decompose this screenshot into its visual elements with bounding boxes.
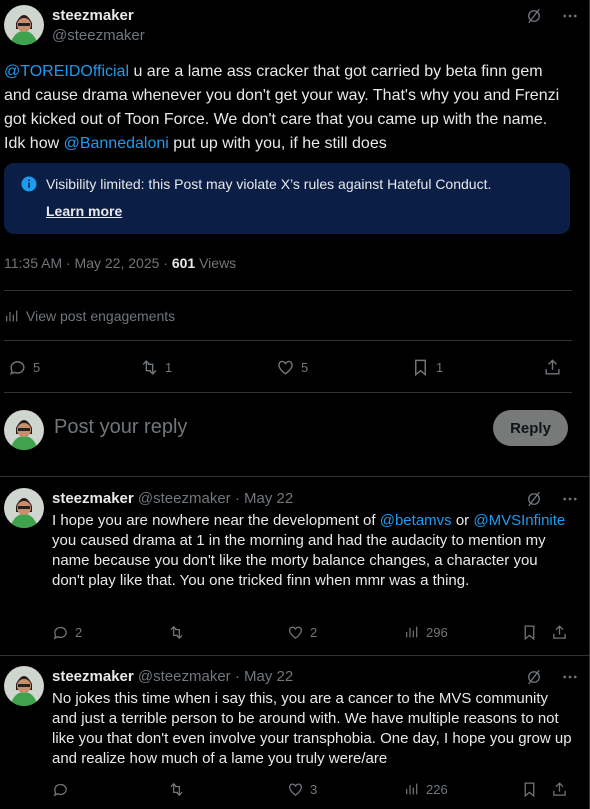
text-segment: put up with you, if he still does <box>168 135 387 152</box>
repost-icon <box>170 625 183 640</box>
share-button[interactable] <box>551 781 568 798</box>
mention-link[interactable]: @Bannedaloni <box>64 135 169 152</box>
repost-button[interactable]: 1 <box>140 358 172 377</box>
views-count: 226 <box>426 781 448 797</box>
repost-button[interactable] <box>168 781 185 798</box>
reply-button[interactable]: 2 <box>52 624 82 641</box>
mention-link[interactable]: @MVSInfinite <box>473 512 565 529</box>
avatar[interactable] <box>4 5 44 45</box>
reply-header: steezmaker @steezmaker · May 22 <box>52 490 293 507</box>
share-icon <box>553 782 566 796</box>
divider <box>4 340 572 341</box>
reply-button[interactable]: 5 <box>8 358 40 377</box>
post-timestamp: 11:35 AM · May 22, 2025 · 601 Views <box>4 255 236 271</box>
grok-icon[interactable] <box>525 7 543 25</box>
like-count: 3 <box>310 782 318 797</box>
share-button[interactable] <box>543 358 562 377</box>
more-icon[interactable] <box>561 490 579 508</box>
repost-icon <box>142 360 157 375</box>
like-count: 2 <box>310 625 318 640</box>
text-segment: No jokes this time when i say this, you … <box>52 690 572 767</box>
divider <box>4 290 572 291</box>
views-button[interactable]: 296 <box>404 624 448 640</box>
visibility-notice: Visibility limited: this Post may violat… <box>4 163 570 234</box>
reply-input[interactable]: Post your reply <box>54 416 187 439</box>
reply-icon <box>53 783 67 797</box>
post-display-name[interactable]: steezmaker <box>52 7 134 24</box>
views-count: 296 <box>426 624 448 640</box>
views-count: 601 <box>171 255 196 271</box>
like-button[interactable]: 5 <box>276 358 308 377</box>
reply-submit-button[interactable]: Reply <box>493 410 568 446</box>
repost-icon <box>170 782 183 797</box>
reply-meta[interactable]: @steezmaker · May 22 <box>138 490 293 507</box>
bookmark-icon <box>415 359 426 377</box>
share-icon <box>545 359 560 375</box>
analytics-icon <box>406 783 418 795</box>
grok-icon[interactable] <box>525 668 543 686</box>
avatar[interactable] <box>4 488 44 528</box>
analytics-icon <box>406 626 418 638</box>
bookmark-button[interactable] <box>521 781 538 798</box>
text-segment: I hope you are nowhere near the developm… <box>52 512 380 529</box>
like-button[interactable]: 2 <box>287 624 317 641</box>
views-label: Views <box>195 255 237 271</box>
like-button[interactable]: 3 <box>287 781 317 798</box>
divider <box>4 392 572 393</box>
bookmark-icon <box>524 625 535 641</box>
avatar[interactable] <box>4 666 44 706</box>
reply-text: I hope you are nowhere near the developm… <box>52 511 572 591</box>
reply-count: 2 <box>75 625 83 640</box>
repost-button[interactable] <box>168 624 185 641</box>
composer-avatar <box>4 410 44 450</box>
more-icon[interactable] <box>561 668 579 686</box>
learn-more-link[interactable]: Learn more <box>46 203 122 219</box>
reply-meta[interactable]: @steezmaker · May 22 <box>138 668 293 685</box>
views-button[interactable]: 226 <box>404 781 448 797</box>
repost-count: 1 <box>165 360 173 375</box>
notice-text: Visibility limited: this Post may violat… <box>46 176 492 192</box>
share-button[interactable] <box>551 624 568 641</box>
more-icon[interactable] <box>561 7 579 25</box>
info-icon <box>21 176 37 192</box>
reply-display-name[interactable]: steezmaker <box>52 668 134 685</box>
reply-display-name[interactable]: steezmaker <box>52 490 134 507</box>
engagements-label: View post engagements <box>26 308 176 324</box>
analytics-icon <box>6 310 18 322</box>
reply-icon <box>53 626 67 640</box>
heart-icon <box>278 360 293 375</box>
mention-link[interactable]: @betamvs <box>380 512 452 529</box>
reply-text: No jokes this time when i say this, you … <box>52 689 572 769</box>
text-segment: you caused drama at 1 in the morning and… <box>52 532 546 589</box>
post-handle[interactable]: @steezmaker <box>52 27 145 44</box>
heart-icon <box>288 783 303 796</box>
heart-icon <box>288 626 303 639</box>
bookmark-button[interactable]: 1 <box>411 358 443 377</box>
reply-icon <box>10 361 25 376</box>
bookmark-icon <box>524 782 535 798</box>
grok-icon[interactable] <box>525 490 543 508</box>
reply-button[interactable] <box>52 781 69 798</box>
view-engagements-button[interactable]: View post engagements <box>4 308 175 324</box>
text-segment: or <box>451 512 474 529</box>
post-time[interactable]: 11:35 AM · May 22, 2025 · <box>4 255 172 271</box>
bookmark-count: 1 <box>436 360 444 375</box>
divider <box>0 476 589 477</box>
reply-count: 5 <box>33 360 41 375</box>
divider <box>0 655 589 656</box>
reply-header: steezmaker @steezmaker · May 22 <box>52 668 293 685</box>
share-icon <box>553 625 566 639</box>
mention-link[interactable]: @TOREIDOfficial <box>4 63 129 80</box>
bookmark-button[interactable] <box>521 624 538 641</box>
post-text: @TOREIDOfficial u are a lame ass cracker… <box>4 60 569 156</box>
like-count: 5 <box>301 360 309 375</box>
